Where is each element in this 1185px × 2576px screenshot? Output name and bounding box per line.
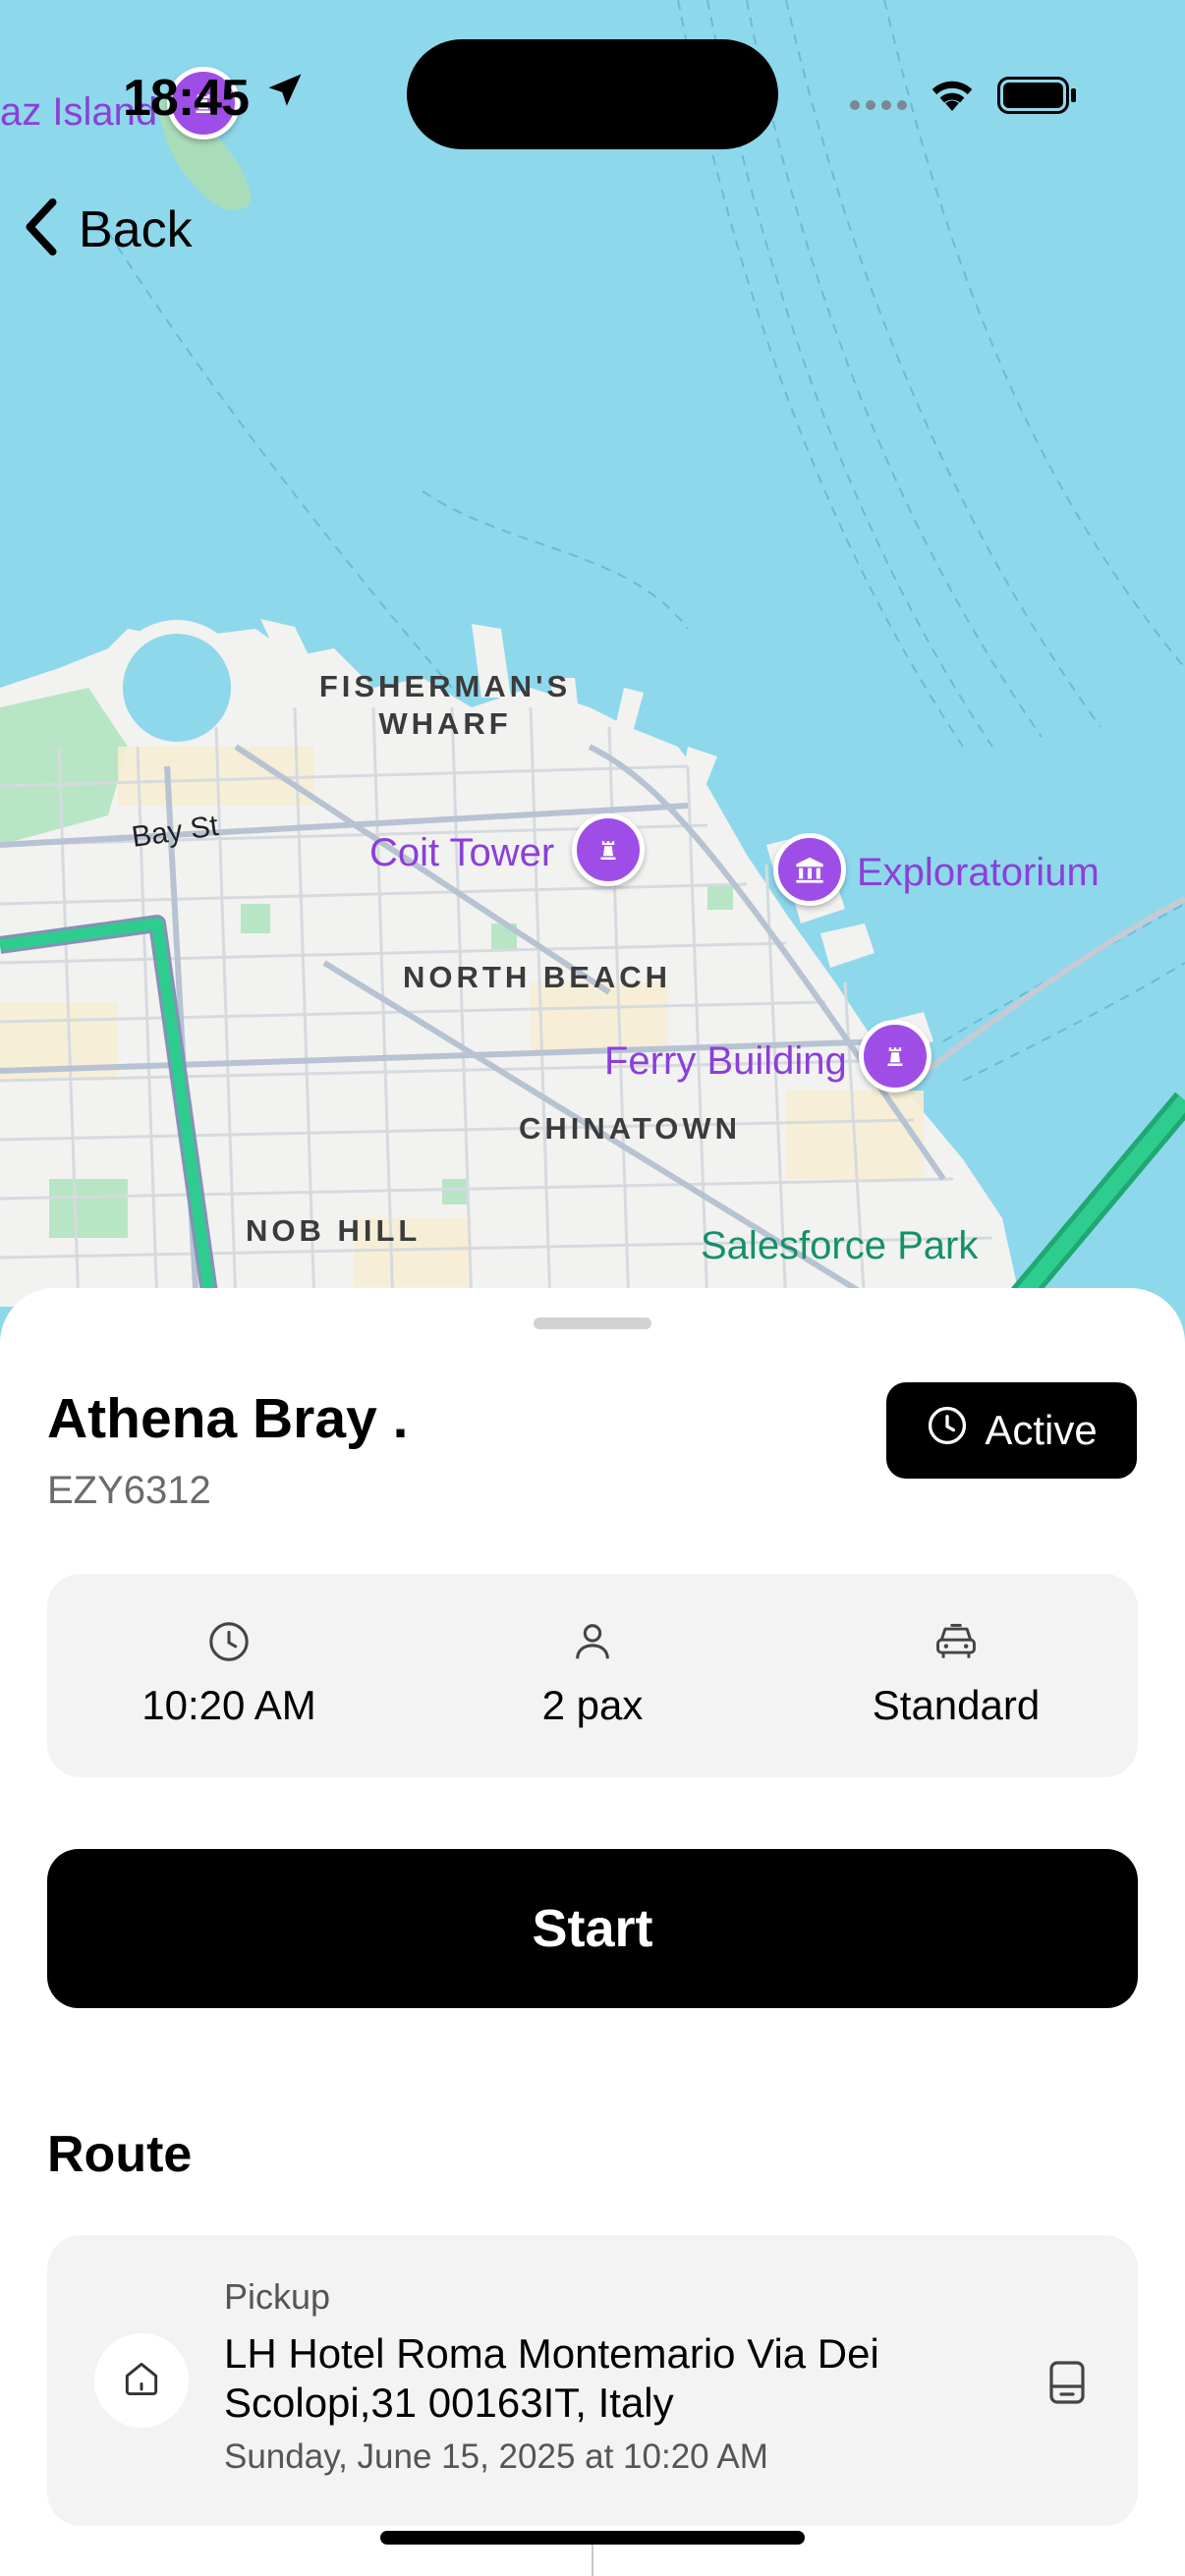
- home-indicator[interactable]: [380, 2531, 805, 2545]
- clock-icon: [206, 1619, 252, 1664]
- ride-details-sheet: Athena Bray . EZY6312 Active 10:20 AM 2 …: [0, 1288, 1185, 2576]
- fishermans-wharf-label: FISHERMAN'S WHARF: [312, 668, 578, 743]
- luggage-icon[interactable]: [1045, 2358, 1089, 2412]
- person-icon: [570, 1619, 615, 1664]
- sheet-grabber[interactable]: [534, 1317, 651, 1329]
- fishermans-wharf-line2: WHARF: [378, 706, 512, 741]
- home-icon: [120, 2357, 163, 2405]
- booking-code: EZY6312: [47, 1469, 211, 1512]
- passengers-value: 2 pax: [541, 1682, 644, 1728]
- stop-type: Pickup: [224, 2276, 331, 2317]
- dynamic-island: [407, 39, 778, 149]
- status-label: Active: [985, 1407, 1098, 1453]
- nob-hill-label: NOB HILL: [246, 1213, 422, 1248]
- passengers-stat: 2 pax: [411, 1574, 774, 1777]
- status-bar: 18:45: [0, 0, 1185, 196]
- pickup-time-value: 10:20 AM: [141, 1682, 316, 1728]
- route-heading: Route: [47, 2126, 193, 2183]
- fishermans-wharf-line1: FISHERMAN'S: [318, 669, 572, 703]
- pickup-time-stat: 10:20 AM: [47, 1574, 411, 1777]
- coit-tower-pin[interactable]: [572, 813, 645, 886]
- wifi-icon: [926, 73, 979, 119]
- exploratorium-pin[interactable]: [773, 833, 846, 906]
- car-icon: [932, 1619, 980, 1664]
- stop-icon-badge: [94, 2333, 189, 2428]
- back-button[interactable]: Back: [22, 196, 193, 262]
- stop-address: LH Hotel Roma Montemario Via Dei Scolopi…: [224, 2330, 879, 2426]
- salesforce-park-label[interactable]: Salesforce Park: [701, 1224, 978, 1268]
- coit-tower-label[interactable]: Coit Tower: [369, 831, 554, 875]
- status-time: 18:45: [123, 70, 250, 127]
- location-arrow-icon: [263, 69, 307, 117]
- chinatown-label: CHINATOWN: [519, 1111, 741, 1146]
- ferry-building-pin[interactable]: [859, 1020, 931, 1092]
- clock-icon: [926, 1404, 969, 1457]
- ride-summary: 10:20 AM 2 pax Standard: [47, 1574, 1138, 1777]
- chevron-left-icon: [22, 196, 61, 262]
- exploratorium-label[interactable]: Exploratorium: [857, 851, 1100, 895]
- passenger-name: Athena Bray .: [47, 1387, 409, 1450]
- back-label: Back: [79, 200, 193, 258]
- status-badge: Active: [886, 1382, 1137, 1479]
- north-beach-label: NORTH BEACH: [403, 960, 672, 994]
- vehicle-class-stat: Standard: [774, 1574, 1138, 1777]
- battery-icon: [997, 77, 1078, 114]
- ferry-building-label[interactable]: Ferry Building: [604, 1039, 847, 1084]
- route-stop-pickup[interactable]: Pickup LH Hotel Roma Montemario Via Dei …: [47, 2235, 1138, 2526]
- vehicle-class-value: Standard: [872, 1682, 1041, 1728]
- start-button[interactable]: Start: [47, 1849, 1138, 2008]
- signal-dots-icon: [849, 98, 908, 116]
- scroll-divider: [592, 2545, 593, 2576]
- stop-datetime: Sunday, June 15, 2025 at 10:20 AM: [224, 2437, 768, 2476]
